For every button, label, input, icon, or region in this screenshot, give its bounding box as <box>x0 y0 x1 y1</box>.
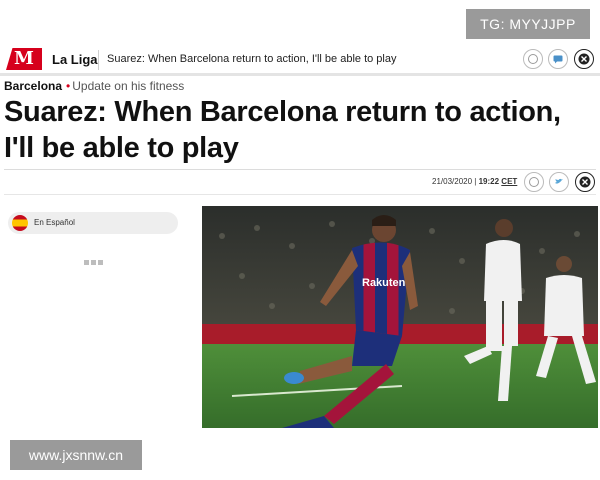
article-date: 21/03/2020 <box>432 177 473 186</box>
language-label: En Español <box>34 218 75 227</box>
breadcrumb-dot-icon: • <box>66 79 71 93</box>
breadcrumb: Barcelona • Update on his fitness <box>4 79 184 93</box>
nav-headline: Suarez: When Barcelona return to action,… <box>107 53 397 65</box>
close-icon[interactable] <box>574 49 594 69</box>
spain-flag-icon <box>12 215 28 231</box>
nav-separator <box>98 50 99 70</box>
twitter-share-icon[interactable] <box>549 172 569 192</box>
whatsapp-icon[interactable] <box>523 49 543 69</box>
watermark-top: TG: MYYJJPP <box>466 9 590 39</box>
article-photo: Rakuten <box>202 206 598 428</box>
whatsapp-share-icon[interactable] <box>524 172 544 192</box>
page-title: Suarez: When Barcelona return to action,… <box>4 96 561 164</box>
comment-icon[interactable] <box>548 49 568 69</box>
svg-text:Rakuten: Rakuten <box>362 277 406 289</box>
article-timezone: CET <box>501 177 518 186</box>
top-nav-bar: M La Liga Suarez: When Barcelona return … <box>0 44 600 76</box>
loading-indicator <box>84 252 105 270</box>
article-time: 19:22 <box>478 177 500 186</box>
section-link-la-liga[interactable]: La Liga <box>52 52 98 67</box>
breadcrumb-section[interactable]: Barcelona <box>4 79 62 93</box>
meta-separator: | <box>474 177 477 186</box>
marca-logo[interactable]: M <box>6 48 42 70</box>
divider <box>4 169 596 170</box>
language-switch-button[interactable]: En Español <box>8 212 178 234</box>
watermark-bottom: www.jxsnnw.cn <box>10 440 142 470</box>
breadcrumb-subsection: Update on his fitness <box>72 79 185 93</box>
divider <box>4 194 596 195</box>
email-share-icon[interactable] <box>575 172 595 192</box>
article-meta: 21/03/2020 | 19:22 CET <box>432 177 517 186</box>
